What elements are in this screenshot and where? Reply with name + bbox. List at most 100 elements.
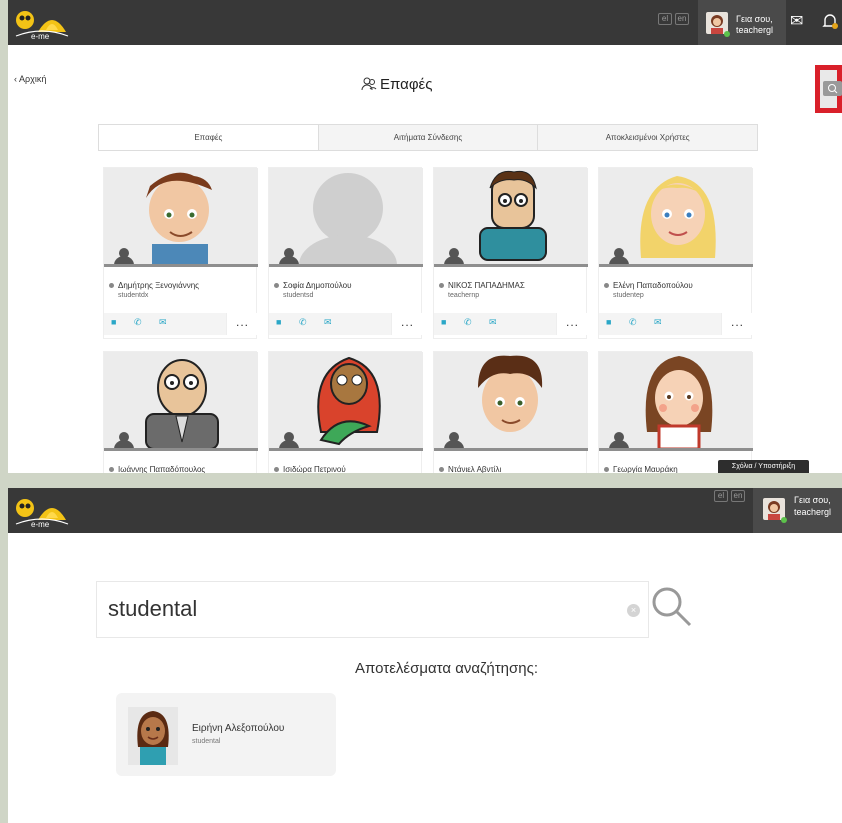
card-actions: ■ ✆ ✉ ... <box>434 313 588 335</box>
contact-name: Ελένη Παπαδοπούλου <box>604 281 693 290</box>
contact-name: Ιωάννης Παπαδόπουλος <box>109 465 205 473</box>
result-avatar <box>128 707 178 765</box>
video-call-icon[interactable]: ■ <box>606 317 611 327</box>
phone-icon[interactable]: ✆ <box>464 317 472 328</box>
contact-card[interactable]: Δημήτρης Ξενογιάννης studentdx ■ ✆ ✉ ... <box>103 167 258 339</box>
contact-card[interactable]: Ελένη Παπαδοπούλου studentep ■ ✆ ✉ ... <box>598 167 753 339</box>
clear-search-button[interactable]: × <box>627 604 640 617</box>
logo-text: e-me <box>31 32 50 40</box>
top-bar: e-me el en Γεια σου, teachergl <box>8 488 842 533</box>
back-label: Αρχική <box>19 74 47 84</box>
contact-photo <box>599 352 753 449</box>
contact-card[interactable]: Ιωάννης Παπαδόπουλος <box>103 351 258 473</box>
search-result-item[interactable]: Ειρήνη Αλεξοπούλου studental <box>116 693 336 776</box>
tab-blocked-users[interactable]: Αποκλεισμένοι Χρήστες <box>538 125 757 150</box>
message-icon[interactable]: ✉ <box>159 317 167 328</box>
greeting-username: teachergl <box>794 507 832 517</box>
contact-photo <box>434 352 588 449</box>
card-divider <box>104 448 258 451</box>
side-search-button[interactable] <box>823 81 842 96</box>
contact-name: Ντάνιελ Αβντίλι <box>439 465 501 473</box>
lang-el-button[interactable]: el <box>714 490 728 502</box>
lang-en-button[interactable]: en <box>675 13 689 25</box>
contact-name: Γεωργία Μαυράκη <box>604 465 678 473</box>
more-options-button[interactable]: ... <box>391 313 423 335</box>
message-icon[interactable]: ✉ <box>324 317 332 328</box>
contact-name: Δημήτρης Ξενογιάννης <box>109 281 199 290</box>
video-call-icon[interactable]: ■ <box>111 317 116 327</box>
card-divider <box>599 448 753 451</box>
online-indicator <box>724 31 730 37</box>
contact-photo <box>434 168 588 265</box>
contact-card[interactable]: Ισιδώρα Πετρινού <box>268 351 423 473</box>
status-dot <box>109 283 114 289</box>
search-screen: e-me el en Γεια σου, teachergl studental… <box>8 488 842 823</box>
message-icon[interactable]: ✉ <box>654 317 662 328</box>
contact-card[interactable]: Σοφία Δημοπούλου studentsd ■ ✆ ✉ ... <box>268 167 423 339</box>
contact-photo <box>269 168 423 265</box>
card-actions: ■ ✆ ✉ ... <box>599 313 753 335</box>
message-icon[interactable]: ✉ <box>489 317 497 328</box>
video-call-icon[interactable]: ■ <box>276 317 281 327</box>
bell-icon[interactable] <box>822 12 838 36</box>
phone-icon[interactable]: ✆ <box>629 317 637 328</box>
back-link[interactable]: ‹ Αρχική <box>14 74 46 84</box>
contact-username: studentsd <box>283 292 314 299</box>
search-input[interactable]: studental × <box>96 581 649 638</box>
card-actions: ■ ✆ ✉ ... <box>104 313 258 335</box>
contact-card[interactable]: Γεωργία Μαυράκη <box>598 351 753 473</box>
more-options-button[interactable]: ... <box>226 313 258 335</box>
status-dot <box>604 283 609 289</box>
contact-photo <box>599 168 753 265</box>
user-menu[interactable]: Γεια σου, teachergl <box>698 0 786 45</box>
top-bar: e-me el en Γεια σου, teachergl ✉ <box>8 0 842 45</box>
video-call-icon[interactable]: ■ <box>441 317 446 327</box>
phone-icon[interactable]: ✆ <box>134 317 142 328</box>
contact-username: teachernp <box>448 292 480 299</box>
status-dot <box>439 283 444 289</box>
contact-photo <box>269 352 423 449</box>
card-divider <box>434 264 588 267</box>
status-dot <box>274 283 279 289</box>
people-icon <box>361 77 377 91</box>
lang-el-button[interactable]: el <box>658 13 672 25</box>
phone-icon[interactable]: ✆ <box>299 317 307 328</box>
contact-photo <box>104 168 258 265</box>
search-results-heading: Αποτελέσματα αναζήτησης: <box>355 660 538 677</box>
greeting-username: teachergl <box>736 25 774 35</box>
more-options-button[interactable]: ... <box>721 313 753 335</box>
status-dot <box>274 467 279 473</box>
contact-card[interactable]: ΝΙΚΟΣ ΠΑΠΑΔΗΜΑΣ teachernp ■ ✆ ✉ ... <box>433 167 588 339</box>
card-divider <box>269 448 423 451</box>
greeting-line1: Γεια σου, <box>736 14 773 24</box>
status-dot <box>604 467 609 473</box>
mail-icon[interactable]: ✉ <box>790 12 803 32</box>
contact-username: studentdx <box>118 292 149 299</box>
user-menu[interactable]: Γεια σου, teachergl <box>753 488 842 533</box>
contacts-tabs: Επαφές Αιτήματα Σύνδεσης Αποκλεισμένοι Χ… <box>98 124 758 151</box>
feedback-support-button[interactable]: Σχόλια / Υποστήριξη <box>718 460 809 473</box>
search-icon[interactable] <box>649 584 695 630</box>
greeting-line1: Γεια σου, <box>794 495 831 505</box>
search-icon <box>828 84 838 94</box>
contact-photo <box>104 352 258 449</box>
contact-name: ΝΙΚΟΣ ΠΑΠΑΔΗΜΑΣ <box>439 281 525 290</box>
contact-card[interactable]: Ντάνιελ Αβντίλι <box>433 351 588 473</box>
contact-name: Σοφία Δημοπούλου <box>274 281 351 290</box>
search-query: studental <box>108 596 198 621</box>
tab-connection-requests[interactable]: Αιτήματα Σύνδεσης <box>319 125 539 150</box>
e-me-logo[interactable]: e-me <box>14 6 70 40</box>
card-divider <box>434 448 588 451</box>
status-dot <box>109 467 114 473</box>
card-divider <box>104 264 258 267</box>
contact-name: Ισιδώρα Πετρινού <box>274 465 346 473</box>
lang-en-button[interactable]: en <box>731 490 745 502</box>
result-name: Ειρήνη Αλεξοπούλου <box>192 723 285 734</box>
status-dot <box>439 467 444 473</box>
result-username: studental <box>192 738 221 745</box>
e-me-logo[interactable]: e-me <box>14 494 70 528</box>
more-options-button[interactable]: ... <box>556 313 588 335</box>
page-title: Επαφές <box>380 76 433 93</box>
logo-text: e-me <box>31 520 50 528</box>
tab-contacts[interactable]: Επαφές <box>99 125 319 150</box>
